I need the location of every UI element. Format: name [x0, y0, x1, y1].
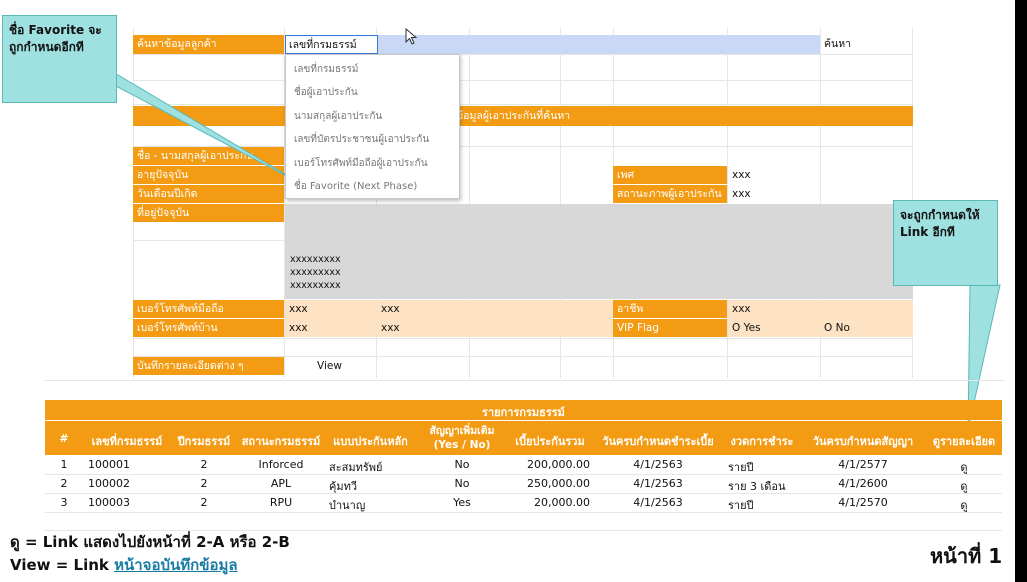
gender-value: xxx: [732, 169, 751, 181]
home-value-1: xxx: [289, 322, 308, 334]
col-header-details: ดูรายละเอียด: [932, 435, 996, 448]
address-line-2: xxxxxxxxx: [290, 267, 341, 278]
row-details-link[interactable]: ดู: [926, 458, 1002, 476]
col-header-policy-year: ปีกรมธรรม์: [177, 435, 231, 448]
col-header-policy-no: เลขที่กรมธรรม์: [91, 435, 163, 448]
label-address: ที่อยู่ปัจจุบัน: [133, 204, 284, 222]
row-total-premium: 20,000.00: [534, 496, 590, 509]
row-maturity: 4/1/2570: [838, 496, 888, 509]
label-gender: เพศ: [613, 166, 727, 184]
address-line-1: xxxxxxxxx: [290, 254, 341, 265]
dropdown-option-insured-surname[interactable]: นามสกุลผู้เอาประกัน: [294, 109, 382, 124]
row-main-plan: คุ้มทวี: [329, 480, 358, 493]
callout-favorite: ชื่อ Favorite จะถูกกำหนดอีกที: [2, 15, 117, 103]
row-main-plan: บำนาญ: [329, 499, 366, 512]
label-occupation: อาชีพ: [613, 300, 727, 318]
policy-table-title: รายการกรมธรรม์: [482, 406, 565, 419]
slide: ค้นหาข้อมูลลูกค้า เลขที่กรมธรรม์ ค้นหา ข…: [0, 0, 1015, 582]
screen-edge: [1015, 0, 1027, 582]
row-payment-mode: รายปี: [728, 461, 754, 474]
vip-no-radio[interactable]: O No: [820, 319, 850, 337]
mobile-value-1: xxx: [289, 303, 308, 315]
col-header-policy-status: สถานะกรมธรรม์: [241, 435, 321, 448]
search-button[interactable]: ค้นหา: [820, 35, 851, 53]
row-total-premium: 200,000.00: [527, 458, 590, 471]
row-index: 3: [60, 496, 68, 509]
section-title: ข้อมูลผู้เอาประกันที่ค้นหา: [456, 110, 571, 122]
row-policy-year: 2: [200, 458, 208, 471]
row-index: 1: [60, 458, 68, 471]
col-header-maturity: วันครบกำหนดสัญญา: [812, 435, 914, 448]
row-policy-no: 100001: [88, 458, 130, 471]
home-value-2: xxx: [381, 322, 400, 334]
callout-link: จะถูกกำหนดให้ Link อีกที: [893, 200, 998, 286]
row-index: 2: [60, 477, 68, 490]
row-premium-due: 4/1/2563: [633, 496, 683, 509]
row-maturity: 4/1/2577: [838, 458, 888, 471]
col-header-index: #: [59, 432, 69, 445]
col-header-rider: สัญญาเพิ่มเติม (Yes / No): [429, 425, 495, 451]
footer-note-line-2: View = Link หน้าจอบันทึกข้อมูล: [10, 556, 238, 574]
cursor-icon: [405, 28, 418, 45]
row-total-premium: 250,000.00: [527, 477, 590, 490]
data-entry-screen-link[interactable]: หน้าจอบันทึกข้อมูล: [114, 556, 237, 574]
row-rider: Yes: [453, 496, 471, 509]
dropdown-option-mobile[interactable]: เบอร์โทรศัพท์มือถือผู้เอาประกัน: [294, 156, 428, 171]
footer-note-line-1: ดู = Link แสดงไปยังหน้าที่ 2-A หรือ 2-B: [10, 533, 290, 551]
row-rider: No: [454, 477, 470, 490]
row-details-link[interactable]: ดู: [926, 477, 1002, 495]
dropdown-option-favorite[interactable]: ชื่อ Favorite (Next Phase): [294, 179, 417, 194]
row-maturity: 4/1/2600: [838, 477, 888, 490]
row-main-plan: สะสมทรัพย์: [329, 461, 383, 474]
row-premium-due: 4/1/2563: [633, 477, 683, 490]
col-header-main-plan: แบบประกันหลัก: [333, 435, 408, 448]
row-policy-year: 2: [200, 477, 208, 490]
row-policy-status: RPU: [269, 496, 293, 509]
row-details-link[interactable]: ดู: [926, 496, 1002, 514]
row-rider: No: [454, 458, 470, 471]
page-label: หน้าที่ 1: [930, 544, 1003, 568]
label-vip: VIP Flag: [613, 319, 727, 337]
occupation-value: xxx: [732, 303, 751, 315]
row-policy-no: 100002: [88, 477, 130, 490]
col-header-premium-due: วันครบกำหนดชำระเบี้ย: [602, 435, 714, 448]
address-box: [285, 204, 913, 299]
row-payment-mode: รายปี: [728, 499, 754, 512]
phone-values-bg: [285, 300, 613, 337]
mobile-value-2: xxx: [381, 303, 400, 315]
row-policy-status: Inforced: [258, 458, 304, 471]
vip-yes-radio[interactable]: O Yes: [728, 319, 761, 337]
address-line-3: xxxxxxxxx: [290, 280, 341, 291]
label-home: เบอร์โทรศัพท์บ้าน: [133, 319, 284, 337]
view-link[interactable]: View: [313, 357, 342, 375]
row-payment-mode: ราย 3 เดือน: [728, 480, 786, 493]
label-status: สถานะภาพผู้เอาประกัน: [613, 185, 727, 203]
col-header-total-premium: เบี้ยประกันรวม: [515, 435, 585, 448]
col-header-payment-mode: งวดการชำระ: [730, 435, 794, 448]
dropdown-option-policy-no[interactable]: เลขที่กรมธรรม์: [294, 62, 358, 77]
label-mobile: เบอร์โทรศัพท์มือถือ: [133, 300, 284, 318]
search-field-dropdown: เลขที่กรมธรรม์ ชื่อผู้เอาประกัน นามสกุลผ…: [285, 54, 460, 199]
row-policy-status: APL: [270, 477, 292, 490]
dropdown-option-id-card[interactable]: เลขที่บัตรประชาชนผู้เอาประกัน: [294, 132, 429, 147]
status-value: xxx: [732, 188, 751, 200]
label-notes: บันทึกรายละเอียดต่าง ๆ: [133, 357, 284, 375]
row-policy-no: 100003: [88, 496, 130, 509]
dropdown-option-insured-name[interactable]: ชื่อผู้เอาประกัน: [294, 85, 358, 100]
row-policy-year: 2: [200, 496, 208, 509]
row-premium-due: 4/1/2563: [633, 458, 683, 471]
